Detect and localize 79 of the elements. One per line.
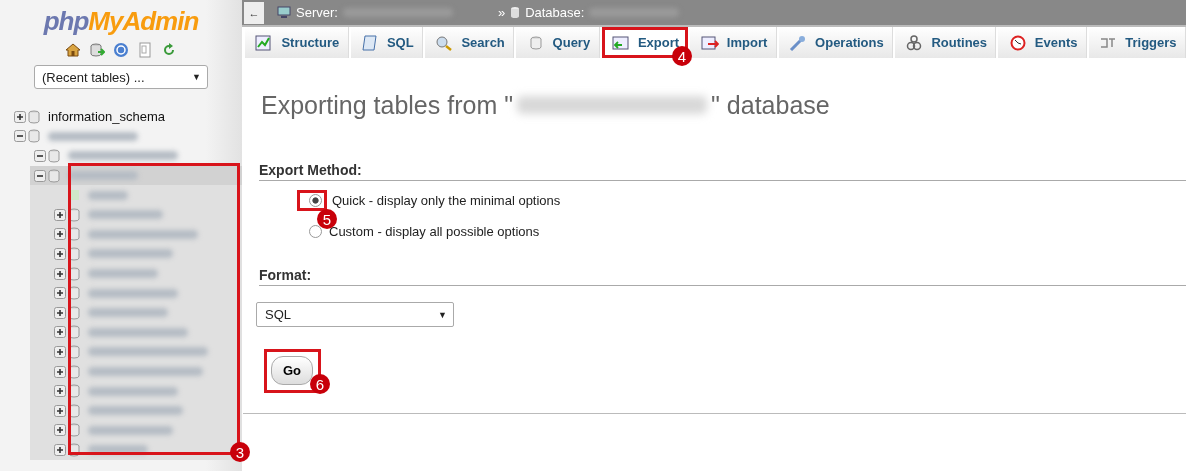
radio-button[interactable]: [309, 225, 322, 238]
format-dropdown[interactable]: SQL ▼: [256, 302, 454, 327]
database-icon: [68, 207, 80, 222]
clock-icon: [1008, 34, 1027, 51]
phpmyadmin-logo: phpMyAdmin: [43, 6, 199, 37]
expand-icon[interactable]: [54, 326, 66, 339]
tab[interactable]: Events: [998, 27, 1087, 58]
expand-icon[interactable]: [54, 385, 66, 398]
expand-icon[interactable]: [54, 443, 66, 456]
database-icon: [28, 109, 40, 124]
reload-icon[interactable]: [161, 42, 177, 58]
step-number-badge: 3: [230, 442, 250, 462]
page-title-start: Exporting tables from ": [261, 90, 514, 120]
section-heading: Format:: [259, 267, 1186, 286]
database-link[interactable]: Database:: [525, 5, 585, 20]
tab[interactable]: Query: [516, 27, 600, 58]
expand-icon[interactable]: [14, 110, 26, 123]
gears-icon: [905, 34, 924, 51]
radio-label[interactable]: Quick - display only the minimal options: [332, 193, 561, 208]
go-button[interactable]: Go: [271, 356, 314, 385]
expand-icon[interactable]: [54, 404, 66, 417]
step-number-badge: 6: [310, 374, 330, 394]
database-icon: [68, 325, 80, 340]
database-icon: [68, 364, 80, 379]
database-icon: [68, 305, 80, 320]
expand-icon[interactable]: [54, 228, 66, 241]
new-table-icon: [68, 189, 80, 202]
recent-tables-dropdown[interactable]: (Recent tables) ... ▼: [34, 65, 208, 89]
database-icon: [68, 246, 80, 261]
step-number-badge: 4: [672, 46, 692, 66]
page-title-end: " database: [711, 90, 830, 120]
help-icon[interactable]: [113, 42, 129, 58]
server-link[interactable]: Server:: [296, 5, 338, 20]
tab[interactable]: Routines: [895, 27, 997, 58]
chart-icon: [255, 34, 274, 51]
database-arrow-icon[interactable]: [89, 42, 105, 58]
expand-icon[interactable]: [54, 208, 66, 221]
expand-icon[interactable]: [54, 306, 66, 319]
radio-button[interactable]: [309, 194, 322, 207]
collapse-icon[interactable]: [14, 130, 26, 143]
expand-icon[interactable]: [54, 424, 66, 437]
breadcrumb-separator: »: [497, 5, 506, 20]
database-icon: [68, 227, 80, 242]
expand-icon[interactable]: [54, 365, 66, 378]
database-icon: [68, 266, 80, 281]
collapse-icon[interactable]: [34, 169, 46, 182]
expand-icon[interactable]: [54, 345, 66, 358]
tab[interactable]: SQL: [350, 27, 424, 58]
database-icon: [68, 442, 80, 457]
expand-icon[interactable]: [54, 247, 66, 260]
expand-icon[interactable]: [54, 287, 66, 300]
tab[interactable]: Triggers: [1088, 27, 1186, 58]
database-icon: [68, 286, 80, 301]
tab[interactable]: Structure: [245, 27, 349, 58]
database-icon: [68, 344, 80, 359]
database-icon: [48, 168, 60, 183]
back-button[interactable]: ←: [244, 1, 264, 24]
magnifier-icon: [435, 34, 454, 51]
database-name[interactable]: information_schema: [48, 109, 166, 125]
section-heading: Export Method:: [259, 162, 1186, 181]
expand-icon[interactable]: [54, 267, 66, 280]
database-icon: [28, 129, 40, 144]
database-icon: [68, 423, 80, 438]
monitor-icon: [277, 6, 291, 19]
blurred-text: [68, 171, 138, 181]
database-icon: [510, 6, 521, 19]
tab[interactable]: Import: [690, 27, 777, 58]
tab[interactable]: Operations: [778, 27, 894, 58]
tab[interactable]: Search: [425, 27, 515, 58]
blurred-text: [88, 445, 148, 455]
export-icon: [611, 34, 630, 51]
database-icon: [48, 149, 60, 163]
collapse-icon[interactable]: [34, 150, 46, 162]
database-icon: [68, 403, 80, 418]
import-icon: [700, 34, 719, 51]
blurred-text: [88, 190, 128, 200]
home-icon[interactable]: [65, 42, 81, 58]
database-icon: [68, 384, 80, 399]
blurred-text: [88, 269, 158, 279]
